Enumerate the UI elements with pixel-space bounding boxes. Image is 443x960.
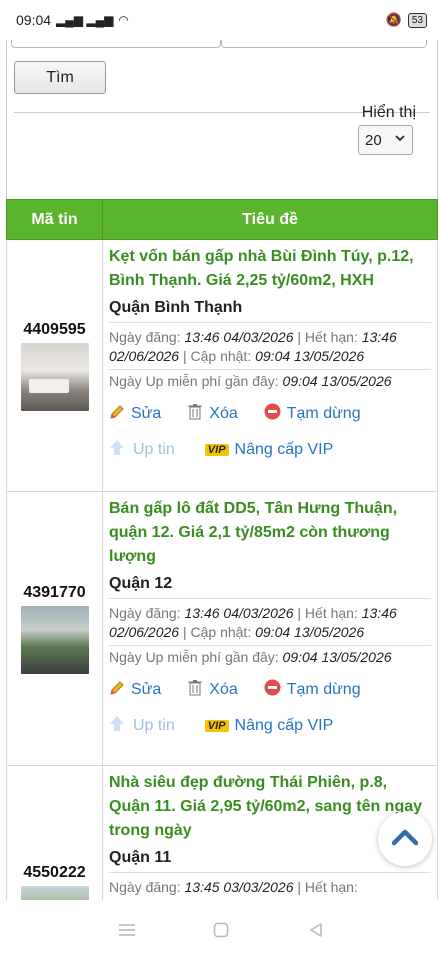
scroll-to-top-button[interactable] bbox=[378, 812, 432, 866]
home-icon bbox=[214, 922, 229, 938]
battery-icon: 53 bbox=[407, 12, 427, 28]
status-bar: 09:04 ▂▄▆ ▂▄▆ ◠ 🔕 53 bbox=[0, 0, 443, 40]
listing-table: Mã tin Tiêu đề 4409595 Kẹt vốn bán gấp n… bbox=[6, 199, 438, 900]
delete-button[interactable]: Xóa bbox=[187, 403, 238, 425]
up-button[interactable]: Up tin bbox=[109, 439, 175, 461]
header-id: Mã tin bbox=[6, 199, 103, 240]
home-nav-button[interactable] bbox=[201, 915, 241, 945]
listing-actions-2: Up tin VIP Nâng cấp VIP bbox=[109, 715, 431, 747]
show-count-value: 20 bbox=[365, 131, 382, 149]
menu-nav-button[interactable] bbox=[107, 915, 147, 945]
listing-actions: Sửa Xóa Tạm dừng bbox=[109, 403, 431, 425]
search-field-1[interactable] bbox=[11, 40, 221, 48]
trash-icon bbox=[187, 679, 203, 701]
pencil-icon bbox=[109, 680, 125, 701]
listing-id: 4391770 bbox=[23, 583, 86, 601]
wifi-icon: ◠ bbox=[118, 13, 129, 27]
up-arrow-icon bbox=[109, 715, 125, 737]
listing-thumbnail[interactable] bbox=[20, 605, 89, 674]
listing-district: Quận 12 bbox=[109, 575, 431, 599]
listing-title[interactable]: Bán gấp lô đất DD5, Tân Hưng Thuận, quận… bbox=[109, 497, 431, 569]
stop-icon bbox=[264, 679, 281, 701]
page-content: Tìm Hiển thị 20 Mã tin Tiêu đề 4409595 K… bbox=[0, 40, 443, 900]
vip-icon: VIP bbox=[204, 444, 229, 456]
delete-button[interactable]: Xóa bbox=[187, 679, 238, 701]
stop-icon bbox=[264, 403, 281, 425]
android-nav-bar bbox=[0, 900, 443, 960]
chevron-up-icon bbox=[391, 828, 419, 851]
back-icon bbox=[310, 923, 322, 937]
pencil-icon bbox=[109, 404, 125, 425]
edit-button[interactable]: Sửa bbox=[109, 404, 161, 425]
up-arrow-icon bbox=[109, 439, 125, 461]
listing-free-up: Ngày Up miễn phí gần đây: 09:04 13/05/20… bbox=[109, 649, 392, 665]
table-row: 4550222 Nhà siêu đẹp đường Thái Phiên, p… bbox=[6, 765, 438, 900]
header-title: Tiêu đề bbox=[102, 199, 438, 240]
search-field-2[interactable] bbox=[221, 40, 427, 48]
up-button[interactable]: Up tin bbox=[109, 715, 175, 737]
pause-button[interactable]: Tạm dừng bbox=[264, 403, 361, 425]
pause-button[interactable]: Tạm dừng bbox=[264, 679, 361, 701]
edit-button[interactable]: Sửa bbox=[109, 680, 161, 701]
listing-dates: Ngày đăng: 13:46 04/03/2026 | Hết hạn: 1… bbox=[109, 604, 431, 646]
listing-thumbnail[interactable] bbox=[20, 886, 89, 900]
mute-icon: 🔕 bbox=[385, 12, 402, 27]
show-count-select[interactable]: 20 bbox=[358, 125, 413, 155]
menu-icon bbox=[119, 924, 136, 936]
listing-dates: Ngày đăng: 13:46 04/03/2026 | Hết hạn: 1… bbox=[109, 328, 431, 370]
upgrade-vip-button[interactable]: Nâng cấp VIP bbox=[235, 717, 334, 735]
status-time: 09:04 bbox=[16, 12, 52, 28]
vip-icon: VIP bbox=[204, 720, 229, 732]
search-form: Tìm Hiển thị 20 bbox=[6, 40, 438, 210]
chevron-down-icon bbox=[394, 132, 406, 147]
table-row: 4409595 Kẹt vốn bán gấp nhà Bùi Đình Túy… bbox=[6, 239, 438, 492]
listing-free-up: Ngày Up miễn phí gần đây: 09:04 13/05/20… bbox=[109, 373, 392, 389]
listing-id: 4409595 bbox=[23, 320, 86, 338]
table-row: 4391770 Bán gấp lô đất DD5, Tân Hưng Thu… bbox=[6, 491, 438, 766]
listing-thumbnail[interactable] bbox=[20, 342, 89, 411]
trash-icon bbox=[187, 403, 203, 425]
show-count-label: Hiển thị bbox=[361, 104, 416, 121]
listing-title[interactable]: Kẹt vốn bán gấp nhà Bùi Đình Túy, p.12, … bbox=[109, 245, 431, 293]
listing-dates: Ngày đăng: 13:45 03/03/2026 | Hết hạn: bbox=[109, 878, 431, 900]
listing-id: 4550222 bbox=[23, 864, 86, 881]
signal-icon: ▂▄▆ ▂▄▆ bbox=[56, 13, 114, 27]
search-button[interactable]: Tìm bbox=[14, 61, 106, 94]
listing-actions-2: Up tin VIP Nâng cấp VIP bbox=[109, 439, 431, 471]
listing-actions: Sửa Xóa Tạm dừng bbox=[109, 679, 431, 701]
back-nav-button[interactable] bbox=[296, 915, 336, 945]
upgrade-vip-button[interactable]: Nâng cấp VIP bbox=[235, 441, 334, 459]
listing-district: Quận Bình Thạnh bbox=[109, 299, 431, 323]
